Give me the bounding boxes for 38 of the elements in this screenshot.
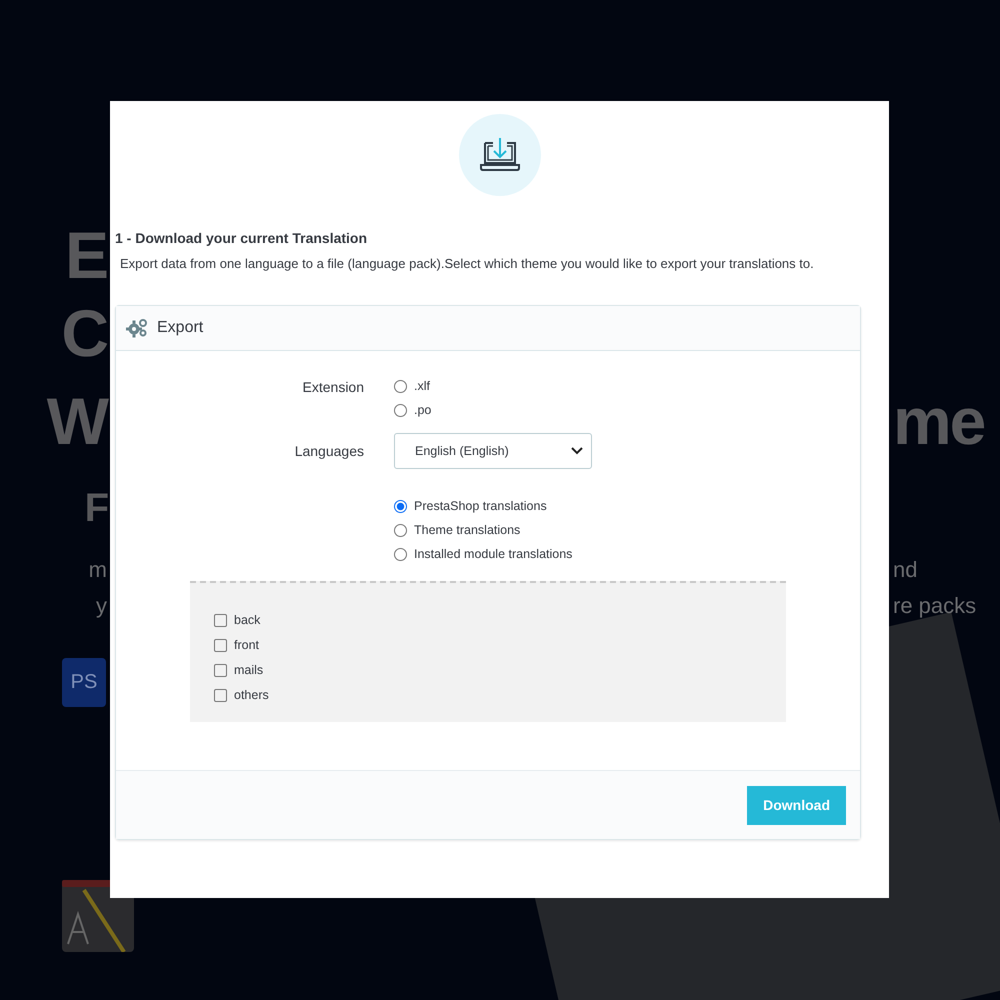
checkbox-label: front	[234, 638, 260, 652]
headline-fragment: C	[61, 300, 107, 366]
checkbox[interactable]	[214, 614, 227, 626]
text-fragment: nd	[893, 557, 918, 584]
headline-fragment: F	[84, 488, 107, 528]
text-fragment: y	[96, 593, 107, 620]
radio-button[interactable]	[394, 500, 407, 512]
option-label: PrestaShop translations	[414, 499, 547, 513]
headline-fragment: me	[893, 388, 984, 454]
option-label: Theme translations	[414, 523, 520, 537]
option-label: Installed module translations	[414, 547, 572, 561]
option-label: .xlf	[414, 379, 430, 393]
backdrop-button[interactable]: PS	[62, 658, 106, 707]
checkbox[interactable]	[214, 638, 227, 652]
checkbox[interactable]	[214, 688, 227, 702]
download-button[interactable]: Download	[747, 786, 846, 824]
language-select[interactable]: English (English)	[394, 433, 592, 469]
text-fragment: re packs	[893, 593, 976, 620]
checkbox[interactable]	[214, 664, 227, 676]
chevron-down-icon	[571, 447, 583, 455]
languages-label: Languages	[294, 443, 364, 459]
settings-icon	[126, 318, 148, 338]
option-label: .po	[414, 403, 432, 417]
headline-fragment: W	[46, 388, 107, 454]
checkbox-label: others	[234, 688, 269, 702]
translate-icon	[62, 880, 134, 952]
section-heading: 1 - Download your current Translation	[115, 230, 368, 246]
headline-fragment: E	[64, 222, 107, 288]
radio-button[interactable]	[394, 404, 407, 416]
section-description: Export data from one language to a file (language pack).Select which theme you would like to export your translations to.	[120, 256, 815, 271]
text-fragment: m	[88, 557, 107, 584]
radio-button[interactable]	[394, 548, 407, 560]
extension-label: Extension	[302, 379, 364, 397]
checkbox-label: back	[234, 613, 260, 627]
checkbox-label: mails	[234, 663, 264, 677]
radio-button[interactable]	[394, 524, 407, 536]
panel-title: Export	[157, 319, 204, 337]
radio-button[interactable]	[394, 380, 407, 392]
